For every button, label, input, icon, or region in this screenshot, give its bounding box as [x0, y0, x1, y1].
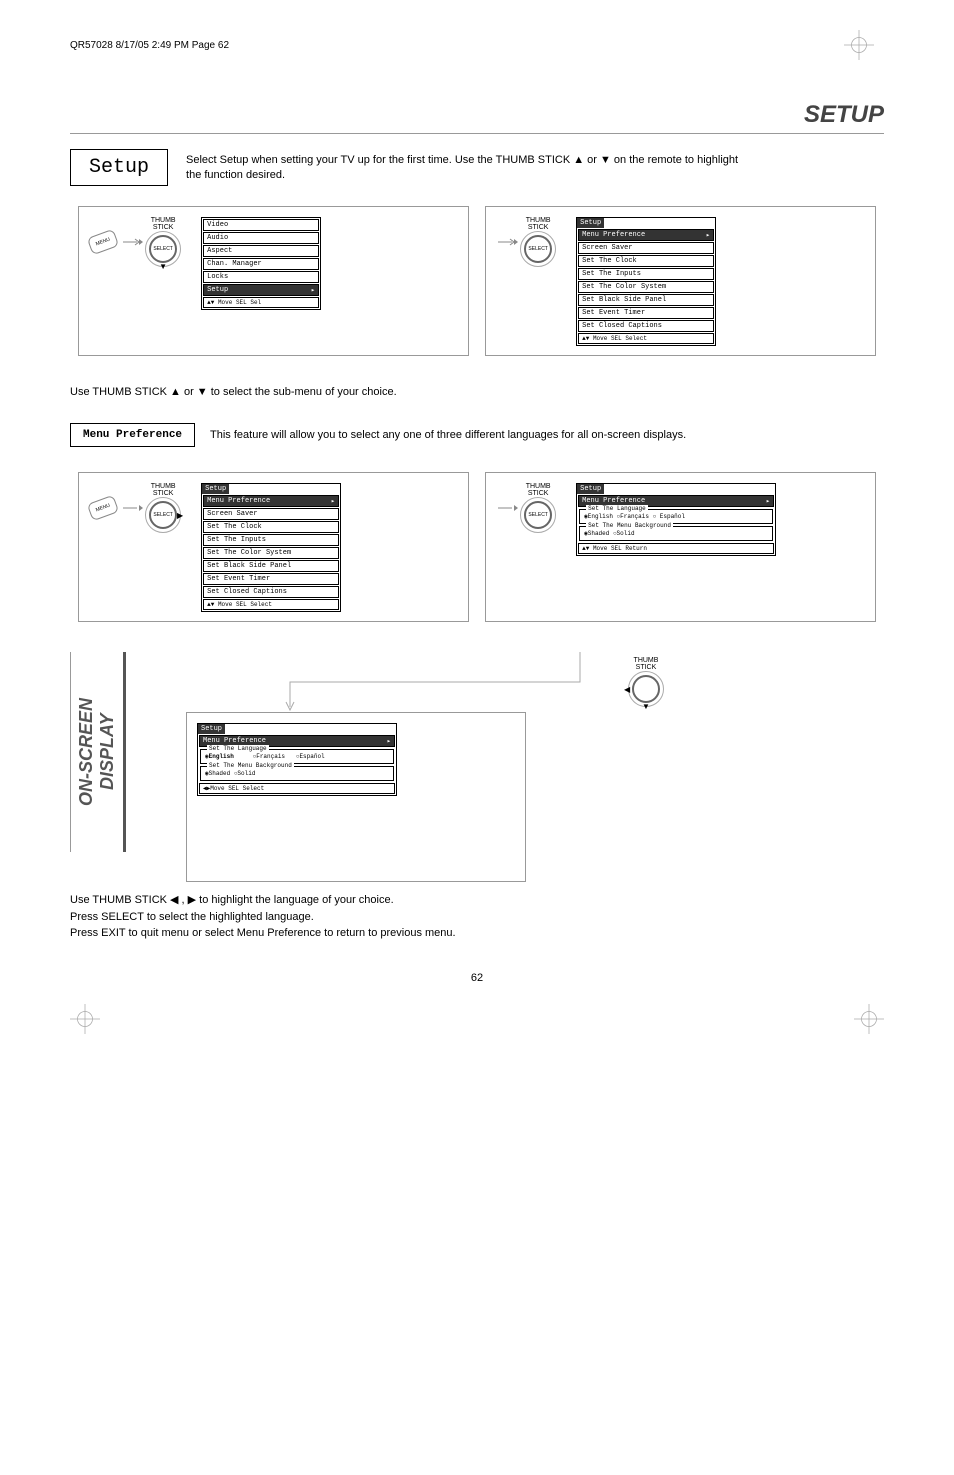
diagram-2: THUMBSTICK SELECT Setup Menu Preference … — [485, 206, 876, 356]
setup-description: Select Setup when setting your TV up for… — [186, 149, 738, 184]
osd-setup-menu: Setup Menu Preference Screen Saver Set T… — [576, 217, 716, 346]
header-line: QR57028 8/17/05 2:49 PM Page 62 — [70, 40, 884, 51]
thumbstick-icon: SELECT▼ — [149, 235, 177, 263]
diagram-5: Setup Menu Preference Set The Language ◉… — [186, 712, 526, 882]
osd-preference-menu: Setup Menu Preference Set The Language ◉… — [576, 483, 776, 556]
thumbstick-icon: ▼◀ — [632, 675, 660, 703]
arrow-right-icon — [498, 503, 518, 513]
page-title: SETUP — [70, 101, 884, 134]
thumbstick-label: THUMBSTICK — [526, 217, 551, 231]
thumbstick-icon: SELECT — [524, 501, 552, 529]
diagram-3: MENU THUMBSTICK SELECT▶ Setup Menu Prefe… — [78, 472, 469, 622]
page-number: 62 — [70, 972, 884, 984]
thumbstick-label: THUMBSTICK — [526, 483, 551, 497]
instructions-end: Use THUMB STICK ◀ , ▶ to highlight the l… — [70, 892, 884, 942]
osd-preference-menu-2: Setup Menu Preference Set The Language ◉… — [197, 723, 397, 796]
connector-line-icon — [270, 652, 590, 712]
diagram-1: MENU THUMBSTICK SELECT▼ Video Audio Aspe… — [78, 206, 469, 356]
thumbstick-icon: SELECT — [524, 235, 552, 263]
osd-setup-menu-2: Setup Menu Preference Screen Saver Set T… — [201, 483, 341, 612]
registration-mark-bl — [70, 1004, 100, 1034]
instruction-text: Use THUMB STICK ▲ or ▼ to select the sub… — [70, 386, 884, 398]
thumbstick-label: THUMBSTICK — [151, 483, 176, 497]
thumbstick-icon: SELECT▶ — [149, 501, 177, 529]
side-label: ON-SCREEN DISPLAY — [70, 652, 126, 852]
diagram-4: THUMBSTICK SELECT Setup Menu Preference … — [485, 472, 876, 622]
menu-preference-desc: This feature will allow you to select an… — [210, 429, 686, 441]
arrow-right-icon — [498, 237, 518, 247]
thumbstick-label: THUMBSTICK — [151, 217, 176, 231]
arrow-right-icon — [123, 237, 143, 247]
registration-mark-br — [854, 1004, 884, 1034]
osd-main-menu: Video Audio Aspect Chan. Manager Locks S… — [201, 217, 321, 310]
thumbstick-label: THUMBSTICK — [634, 657, 659, 671]
connector: THUMBSTICK ▼◀ — [70, 652, 884, 712]
registration-mark-top — [844, 30, 874, 60]
setup-box: Setup — [70, 149, 168, 186]
arrow-right-icon — [123, 503, 143, 513]
menu-button-icon: MENU — [87, 495, 119, 521]
menu-button-icon: MENU — [87, 229, 119, 255]
menu-preference-box: Menu Preference — [70, 423, 195, 447]
